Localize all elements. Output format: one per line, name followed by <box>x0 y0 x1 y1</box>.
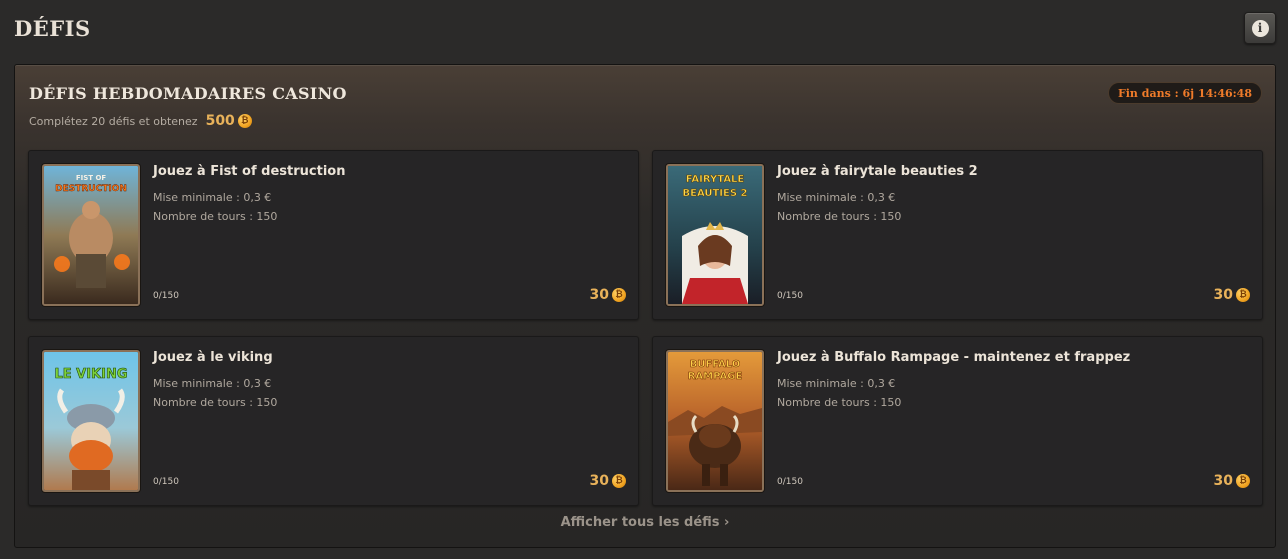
challenge-rounds: Nombre de tours : 150 <box>153 210 278 223</box>
info-button[interactable]: i <box>1244 12 1276 44</box>
challenge-reward: 30 ₿ <box>1214 473 1250 489</box>
game-thumbnail-le-viking[interactable]: LE VIKING <box>42 350 140 492</box>
coin-icon: ₿ <box>1236 474 1250 488</box>
challenge-progress: 0/150 <box>777 291 803 301</box>
total-reward-amount: 500 <box>205 113 235 129</box>
game-thumbnail-fairytale-beauties-2[interactable]: FAIRYTALE BEAUTIES 2 <box>666 164 764 306</box>
thumb-line-2: BEAUTIES 2 <box>682 188 747 199</box>
game-thumbnail-fist-of-destruction[interactable]: FIST OF DESTRUCTION <box>42 164 140 306</box>
challenge-min-bet: Mise minimale : 0,3 € <box>153 377 272 390</box>
challenge-title[interactable]: Jouez à Buffalo Rampage - maintenez et f… <box>777 350 1130 365</box>
info-icon: i <box>1251 19 1269 37</box>
weekly-challenges-panel: DÉFIS HEBDOMADAIRES CASINO Fin dans : 6j… <box>14 64 1276 548</box>
challenge-min-bet: Mise minimale : 0,3 € <box>777 377 896 390</box>
challenge-card[interactable]: LE VIKING Jouez à le viking Mise minimal… <box>28 336 639 506</box>
challenge-card[interactable]: FIST OF DESTRUCTION Jouez à Fist of dest… <box>28 150 639 320</box>
thumb-line-1: LE VIKING <box>54 367 127 382</box>
game-art: FIST OF DESTRUCTION <box>44 166 138 304</box>
game-art: BUFFALO RAMPAGE <box>668 352 762 490</box>
challenge-progress: 0/150 <box>153 291 179 301</box>
challenge-min-bet: Mise minimale : 0,3 € <box>153 191 272 204</box>
panel-title: DÉFIS HEBDOMADAIRES CASINO <box>29 84 347 103</box>
challenge-title[interactable]: Jouez à Fist of destruction <box>153 164 345 179</box>
total-reward: 500 ₿ <box>206 113 252 129</box>
challenge-progress: 0/150 <box>777 477 803 487</box>
challenge-title[interactable]: Jouez à fairytale beauties 2 <box>777 164 978 179</box>
thumb-line-1: FAIRYTALE <box>686 174 745 185</box>
challenge-reward: 30 ₿ <box>590 473 626 489</box>
panel-subtitle: Complétez 20 défis et obtenez 500 ₿ <box>29 113 252 129</box>
game-thumbnail-buffalo-rampage[interactable]: BUFFALO RAMPAGE <box>666 350 764 492</box>
show-all-challenges-link[interactable]: Afficher tous les défis › <box>15 515 1275 530</box>
thumb-line-2: RAMPAGE <box>688 371 743 382</box>
page-title: DÉFIS <box>14 16 91 41</box>
coin-icon: ₿ <box>612 288 626 302</box>
challenge-reward-amount: 30 <box>589 287 609 303</box>
challenge-reward: 30 ₿ <box>1214 287 1250 303</box>
challenge-rounds: Nombre de tours : 150 <box>153 396 278 409</box>
coin-icon: ₿ <box>237 114 252 128</box>
thumb-line-1: BUFFALO <box>690 359 741 370</box>
challenge-reward-amount: 30 <box>1213 473 1233 489</box>
coin-icon: ₿ <box>1236 288 1250 302</box>
challenge-rounds: Nombre de tours : 150 <box>777 396 902 409</box>
challenge-rounds: Nombre de tours : 150 <box>777 210 902 223</box>
coin-icon: ₿ <box>612 474 626 488</box>
subtitle-text: Complétez 20 défis et obtenez <box>29 114 198 128</box>
challenge-reward-amount: 30 <box>589 473 609 489</box>
challenge-reward-amount: 30 <box>1213 287 1233 303</box>
challenge-card[interactable]: BUFFALO RAMPAGE Jouez à Buffalo Rampage … <box>652 336 1263 506</box>
challenge-card[interactable]: FAIRYTALE BEAUTIES 2 Jouez à fairytale b… <box>652 150 1263 320</box>
challenge-reward: 30 ₿ <box>590 287 626 303</box>
thumb-line-2: DESTRUCTION <box>55 184 127 194</box>
challenge-min-bet: Mise minimale : 0,3 € <box>777 191 896 204</box>
game-art: LE VIKING <box>44 352 138 490</box>
thumb-line-1: FIST OF <box>76 174 107 182</box>
challenge-title[interactable]: Jouez à le viking <box>153 350 273 365</box>
countdown-text: Fin dans : 6j 14:46:48 <box>1117 86 1252 100</box>
game-art: FAIRYTALE BEAUTIES 2 <box>668 166 762 304</box>
challenge-progress: 0/150 <box>153 477 179 487</box>
countdown-badge: Fin dans : 6j 14:46:48 <box>1107 82 1262 104</box>
